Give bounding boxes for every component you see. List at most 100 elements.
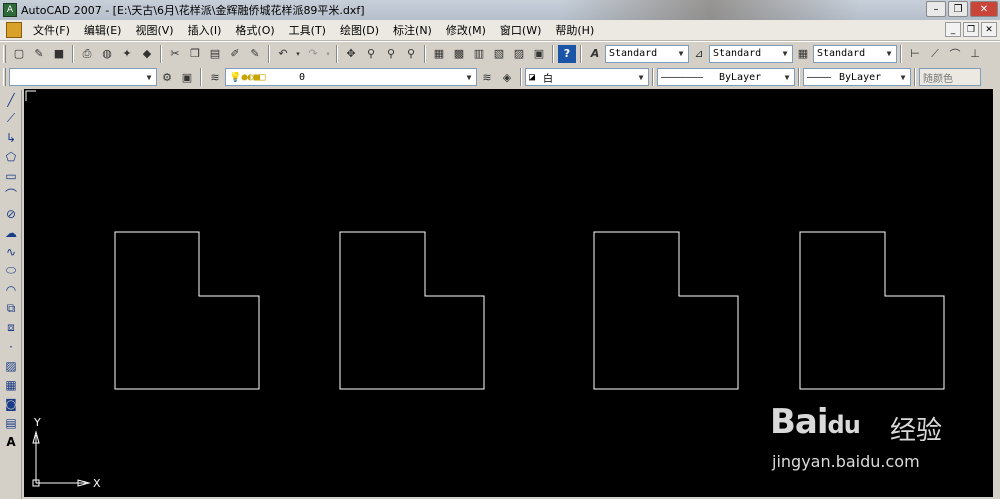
- close-button[interactable]: ✕: [970, 1, 998, 17]
- menu-file[interactable]: 文件(F): [26, 22, 77, 38]
- menu-view[interactable]: 视图(V): [128, 22, 180, 38]
- match-properties-icon[interactable]: ✐: [226, 45, 244, 63]
- doc-close-button[interactable]: ✕: [981, 22, 997, 37]
- menu-dimension[interactable]: 标注(N): [386, 22, 439, 38]
- make-object-layer-current-icon[interactable]: ≋: [478, 68, 496, 86]
- ucs-y-label: Y: [34, 416, 41, 429]
- cut-icon[interactable]: ✂: [166, 45, 184, 63]
- lineweight-select[interactable]: ———— ByLayer ▼: [803, 68, 911, 86]
- design-center-icon[interactable]: ▩: [450, 45, 468, 63]
- polygon-icon[interactable]: ⬠: [0, 147, 22, 166]
- menu-window[interactable]: 窗口(W): [493, 22, 548, 38]
- zoom-realtime-icon[interactable]: ⚲: [362, 45, 380, 63]
- pan-icon[interactable]: ✥: [342, 45, 360, 63]
- block-editor-icon[interactable]: ✎: [246, 45, 264, 63]
- ellipse-arc-icon[interactable]: ◠: [0, 280, 22, 299]
- construction-line-icon[interactable]: ⟋: [0, 109, 22, 128]
- help-icon[interactable]: ?: [558, 44, 576, 63]
- layers-properties-toolbar: ▼ ⚙ ▣ ≋ 💡●◐■□ 0 ▼ ≋ ◈ ◪ 白 ▼ ——————— ByLa…: [0, 65, 1000, 89]
- viewport-corner-marker: [25, 90, 36, 101]
- sheet-set-icon[interactable]: ▧: [490, 45, 508, 63]
- autocad-app-icon[interactable]: A: [3, 3, 17, 17]
- color-select[interactable]: ◪ 白 ▼: [525, 68, 649, 86]
- spline-icon[interactable]: ∿: [0, 242, 22, 261]
- arc-icon[interactable]: ⌒: [0, 185, 22, 204]
- linear-dimension-icon[interactable]: ⊢: [906, 45, 924, 63]
- plot-preview-icon[interactable]: ◍: [98, 45, 116, 63]
- line-icon[interactable]: ╱: [0, 90, 22, 109]
- rectangle-icon[interactable]: ▭: [0, 166, 22, 185]
- room-outline-2: [339, 231, 485, 390]
- calculator-icon[interactable]: ▣: [530, 45, 548, 63]
- layer-manager-icon[interactable]: ≋: [206, 68, 224, 86]
- table-style-icon[interactable]: ▦: [794, 45, 812, 63]
- region-icon[interactable]: ◙: [0, 394, 22, 413]
- toolbar-grip[interactable]: [3, 68, 6, 86]
- make-block-icon[interactable]: ⧈: [0, 318, 22, 337]
- insert-block-icon[interactable]: ⧉: [0, 299, 22, 318]
- save-workspace-icon[interactable]: ▣: [178, 68, 196, 86]
- markup-icon[interactable]: ▨: [510, 45, 528, 63]
- menu-help[interactable]: 帮助(H): [548, 22, 601, 38]
- gradient-icon[interactable]: ▦: [0, 375, 22, 394]
- multiline-text-icon[interactable]: A: [0, 432, 22, 451]
- new-icon[interactable]: ▢: [10, 45, 28, 63]
- tool-palettes-icon[interactable]: ▥: [470, 45, 488, 63]
- print-icon[interactable]: ⎙: [78, 45, 96, 63]
- point-icon[interactable]: ·: [0, 337, 22, 356]
- paste-icon[interactable]: ▤: [206, 45, 224, 63]
- aligned-dimension-icon[interactable]: ⟋: [926, 45, 944, 63]
- toolbar-grip[interactable]: [3, 44, 6, 63]
- ordinate-dimension-icon[interactable]: ⊥: [966, 45, 984, 63]
- chevron-down-icon: ▼: [886, 49, 892, 58]
- dim-style-select[interactable]: Standard ▼: [709, 44, 793, 63]
- revision-cloud-icon[interactable]: ☁: [0, 223, 22, 242]
- redo-dropdown-icon[interactable]: ▾: [324, 45, 332, 63]
- ucs-icon: [32, 430, 91, 487]
- chevron-down-icon: ▼: [784, 72, 790, 82]
- hatch-icon[interactable]: ▨: [0, 356, 22, 375]
- open-icon[interactable]: ✎: [30, 45, 48, 63]
- menu-insert[interactable]: 插入(I): [181, 22, 229, 38]
- room-outline-1: [114, 231, 260, 390]
- publish-icon[interactable]: ✦: [118, 45, 136, 63]
- workspace-select[interactable]: ▼: [9, 68, 157, 86]
- table-style-select[interactable]: Standard ▼: [813, 44, 897, 63]
- arc-length-icon[interactable]: ⌒: [946, 45, 964, 63]
- redo-icon[interactable]: ↷: [304, 45, 322, 63]
- modify-toolbar-edge: [993, 90, 1000, 499]
- text-style-select[interactable]: Standard ▼: [605, 44, 689, 63]
- workspace-settings-icon[interactable]: ⚙: [158, 68, 176, 86]
- text-style-icon[interactable]: A: [586, 45, 604, 63]
- restore-button[interactable]: ❐: [948, 1, 968, 17]
- linetype-select[interactable]: ——————— ByLayer ▼: [657, 68, 795, 86]
- document-icon[interactable]: [6, 22, 22, 38]
- layer-previous-icon[interactable]: ◈: [498, 68, 516, 86]
- layer-select[interactable]: 💡●◐■□ 0 ▼: [225, 68, 477, 86]
- menu-edit[interactable]: 编辑(E): [77, 22, 129, 38]
- doc-minimize-button[interactable]: _: [945, 22, 961, 37]
- menu-tools[interactable]: 工具(T): [282, 22, 333, 38]
- doc-restore-button[interactable]: ❐: [963, 22, 979, 37]
- table-icon[interactable]: ▤: [0, 413, 22, 432]
- minimize-button[interactable]: –: [926, 1, 946, 17]
- save-icon[interactable]: ■: [50, 45, 68, 63]
- zoom-window-icon[interactable]: ⚲: [382, 45, 400, 63]
- dwf-icon[interactable]: ◆: [138, 45, 156, 63]
- ellipse-icon[interactable]: ⬭: [0, 261, 22, 280]
- polyline-icon[interactable]: ↳: [0, 128, 22, 147]
- copy-icon[interactable]: ❐: [186, 45, 204, 63]
- linetype-sample: ———————: [661, 71, 704, 83]
- watermark-logo: Baidu: [770, 402, 861, 442]
- color-value: 白: [543, 73, 553, 85]
- menu-modify[interactable]: 修改(M): [439, 22, 493, 38]
- zoom-previous-icon[interactable]: ⚲: [402, 45, 420, 63]
- undo-dropdown-icon[interactable]: ▾: [294, 45, 302, 63]
- properties-icon[interactable]: ▦: [430, 45, 448, 63]
- ucs-x-label: X: [93, 477, 101, 490]
- menu-draw[interactable]: 绘图(D): [333, 22, 386, 38]
- circle-icon[interactable]: ⊘: [0, 204, 22, 223]
- menu-format[interactable]: 格式(O): [228, 22, 281, 38]
- undo-icon[interactable]: ↶: [274, 45, 292, 63]
- dim-style-icon[interactable]: ⊿: [690, 45, 708, 63]
